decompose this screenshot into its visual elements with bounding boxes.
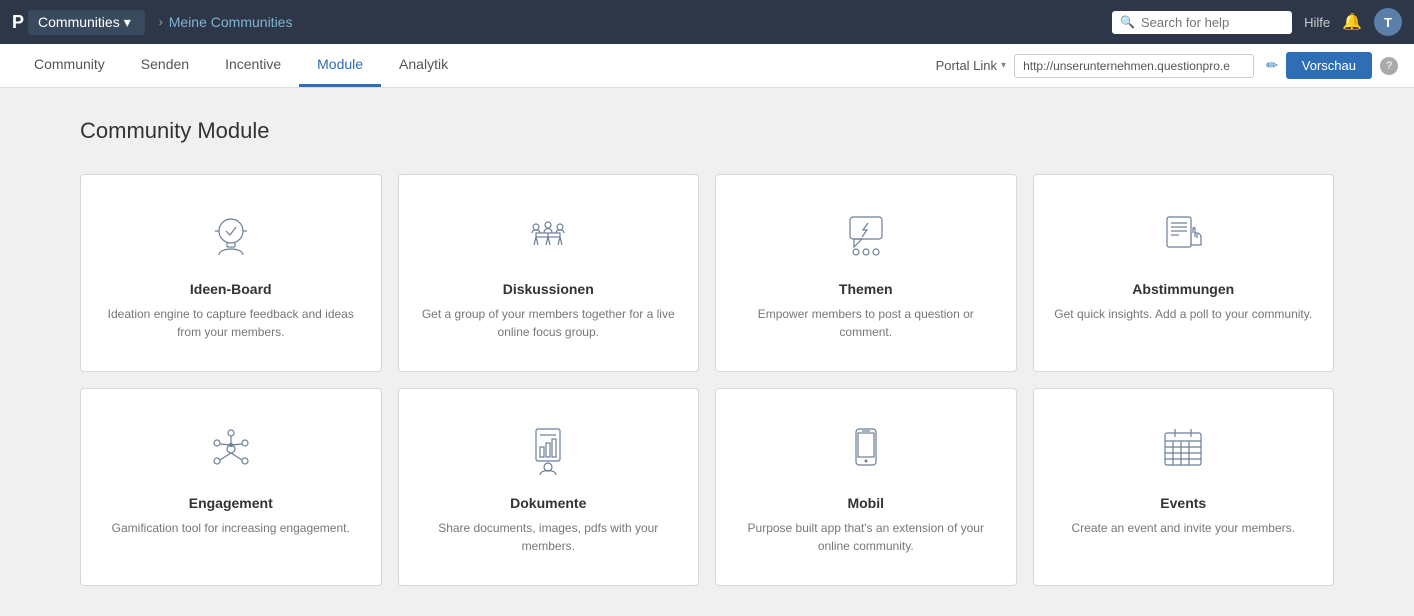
diskussionen-icon — [518, 205, 578, 265]
tab-senden[interactable]: Senden — [123, 44, 207, 87]
portal-url-input[interactable] — [1014, 54, 1254, 78]
ideen-board-desc: Ideation engine to capture feedback and … — [101, 305, 361, 341]
modules-grid: Ideen-Board Ideation engine to capture f… — [80, 174, 1334, 586]
abstimmungen-desc: Get quick insights. Add a poll to your c… — [1054, 305, 1312, 323]
main-content: Community Module Ideen-Boar — [0, 88, 1414, 616]
mobil-icon — [836, 419, 896, 479]
portal-link-label: Portal Link — [936, 58, 997, 73]
mobil-desc: Purpose built app that's an extension of… — [736, 519, 996, 555]
abstimmungen-name: Abstimmungen — [1132, 281, 1234, 297]
edit-icon[interactable]: ✏ — [1266, 57, 1278, 74]
module-card-themen[interactable]: Themen Empower members to post a questio… — [715, 174, 1017, 372]
themen-icon — [836, 205, 896, 265]
nav-tabs: Community Senden Incentive Module Analyt… — [16, 44, 466, 87]
help-label[interactable]: Hilfe — [1304, 15, 1330, 30]
chevron-down-icon: ▾ — [124, 14, 131, 31]
ideen-board-icon — [201, 205, 261, 265]
engagement-desc: Gamification tool for increasing engagem… — [112, 519, 350, 537]
communities-label: Communities — [38, 14, 120, 30]
events-name: Events — [1160, 495, 1206, 511]
search-input[interactable] — [1141, 15, 1284, 30]
search-box[interactable]: 🔍 — [1112, 11, 1292, 34]
abstimmungen-icon — [1153, 205, 1213, 265]
tab-module[interactable]: Module — [299, 44, 381, 87]
page-title: Community Module — [80, 118, 1334, 144]
themen-desc: Empower members to post a question or co… — [736, 305, 996, 341]
module-card-diskussionen[interactable]: Diskussionen Get a group of your members… — [398, 174, 700, 372]
tab-community[interactable]: Community — [16, 44, 123, 87]
bell-icon[interactable]: 🔔 — [1342, 12, 1362, 32]
dokumente-icon — [518, 419, 578, 479]
portal-link-dropdown[interactable]: Portal Link ▾ — [936, 58, 1006, 73]
module-card-ideen-board[interactable]: Ideen-Board Ideation engine to capture f… — [80, 174, 382, 372]
tab-analytik[interactable]: Analytik — [381, 44, 466, 87]
module-card-events[interactable]: Events Create an event and invite your m… — [1033, 388, 1335, 586]
logo-icon: P — [12, 12, 24, 33]
module-card-abstimmungen[interactable]: Abstimmungen Get quick insights. Add a p… — [1033, 174, 1335, 372]
ideen-board-name: Ideen-Board — [190, 281, 272, 297]
dokumente-name: Dokumente — [510, 495, 586, 511]
secondary-nav: Community Senden Incentive Module Analyt… — [0, 44, 1414, 88]
module-card-mobil[interactable]: Mobil Purpose built app that's an extens… — [715, 388, 1017, 586]
top-bar-right: 🔍 Hilfe 🔔 T — [1112, 8, 1402, 36]
top-bar: P Communities ▾ › Meine Communities 🔍 Hi… — [0, 0, 1414, 44]
nav-right: Portal Link ▾ ✏ Vorschau ? — [936, 52, 1398, 79]
search-icon: 🔍 — [1120, 15, 1135, 29]
events-icon — [1153, 419, 1213, 479]
chevron-down-icon: ▾ — [1001, 60, 1006, 71]
breadcrumb-meine-communities[interactable]: Meine Communities — [169, 14, 293, 30]
dokumente-desc: Share documents, images, pdfs with your … — [419, 519, 679, 555]
vorschau-button[interactable]: Vorschau — [1286, 52, 1372, 79]
mobil-name: Mobil — [847, 495, 884, 511]
breadcrumb-separator: › — [159, 15, 163, 29]
module-card-engagement[interactable]: Engagement Gamification tool for increas… — [80, 388, 382, 586]
module-card-dokumente[interactable]: Dokumente Share documents, images, pdfs … — [398, 388, 700, 586]
help-circle-icon[interactable]: ? — [1380, 57, 1398, 75]
avatar[interactable]: T — [1374, 8, 1402, 36]
themen-name: Themen — [839, 281, 893, 297]
diskussionen-desc: Get a group of your members together for… — [419, 305, 679, 341]
engagement-icon — [201, 419, 261, 479]
engagement-name: Engagement — [189, 495, 273, 511]
tab-incentive[interactable]: Incentive — [207, 44, 299, 87]
communities-dropdown[interactable]: Communities ▾ — [28, 10, 145, 35]
events-desc: Create an event and invite your members. — [1072, 519, 1295, 537]
diskussionen-name: Diskussionen — [503, 281, 594, 297]
